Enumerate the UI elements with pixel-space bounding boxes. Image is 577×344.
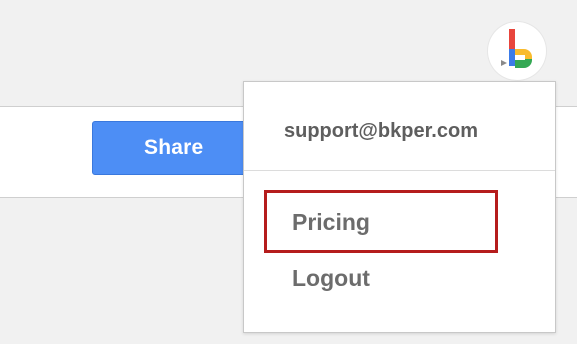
dropdown-divider xyxy=(244,170,555,171)
account-email: support@bkper.com xyxy=(284,120,478,142)
account-dropdown: support@bkper.com Pricing Logout xyxy=(243,81,556,333)
bkper-logo-icon xyxy=(501,29,532,68)
account-avatar[interactable] xyxy=(488,22,546,80)
menu-item-logout[interactable]: Logout xyxy=(292,265,370,292)
menu-item-pricing[interactable]: Pricing xyxy=(292,209,370,236)
share-button[interactable]: Share xyxy=(92,121,258,175)
